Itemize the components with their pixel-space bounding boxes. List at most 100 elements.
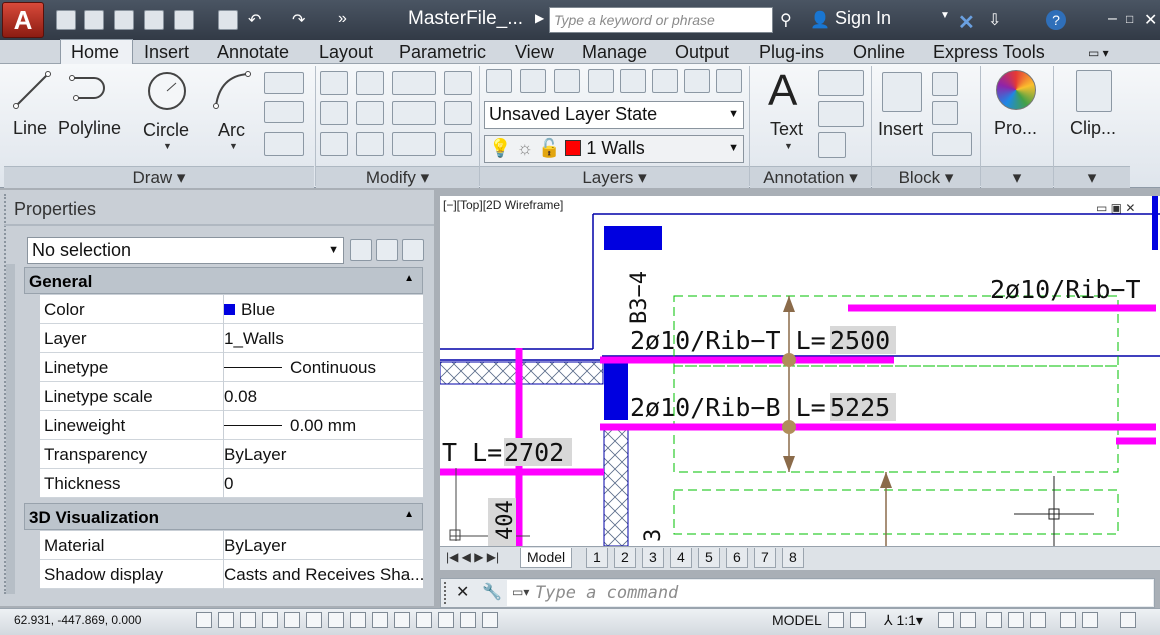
annotation-scale-button[interactable]: ⅄ 1:1▾ bbox=[884, 612, 923, 629]
layer-tool-icon[interactable] bbox=[520, 69, 546, 93]
grid-icon[interactable] bbox=[218, 612, 234, 628]
undo-icon[interactable]: ↶ bbox=[248, 10, 261, 30]
layer-dropdown[interactable]: 💡 ☼ 🔓 1 Walls ▼ bbox=[484, 135, 744, 163]
layer-tool-icon[interactable] bbox=[554, 69, 580, 93]
tab-home[interactable]: Home bbox=[71, 42, 119, 63]
selection-cycling-icon[interactable] bbox=[438, 612, 454, 628]
save-as-icon[interactable] bbox=[144, 10, 164, 30]
erase-icon[interactable] bbox=[444, 71, 472, 95]
snap-icon[interactable] bbox=[196, 612, 212, 628]
offset-icon[interactable] bbox=[444, 132, 472, 156]
trim-icon[interactable] bbox=[392, 71, 436, 95]
visualization-section-header[interactable]: 3D Visualization ▲ bbox=[24, 503, 423, 530]
layout-tab[interactable]: 6 bbox=[726, 548, 748, 568]
clean-screen-icon[interactable] bbox=[1120, 612, 1136, 628]
save-icon[interactable] bbox=[114, 10, 134, 30]
property-row[interactable]: Transparency ByLayer bbox=[40, 440, 423, 469]
quick-select-icon[interactable] bbox=[402, 239, 424, 261]
drawing-viewport[interactable]: 2ø10/Rib−T L= 2500 2ø10/Rib−B L= 5225 2ø… bbox=[440, 196, 1160, 546]
tab-manage[interactable]: Manage bbox=[582, 42, 647, 63]
selection-dropdown[interactable]: No selection ▼ bbox=[27, 237, 344, 264]
palette-scrollbar[interactable] bbox=[6, 264, 15, 594]
layer-tool-icon[interactable] bbox=[588, 69, 614, 93]
clipboard-icon[interactable] bbox=[1076, 70, 1112, 112]
new-file-icon[interactable] bbox=[56, 10, 76, 30]
chevron-down-icon[interactable]: ▼ bbox=[163, 141, 172, 151]
layout-tab[interactable]: 2 bbox=[614, 548, 636, 568]
property-row[interactable]: Linetype Continuous bbox=[40, 353, 423, 382]
toggle-pickadd-icon[interactable] bbox=[350, 239, 372, 261]
tab-online[interactable]: Online bbox=[853, 42, 905, 63]
qat-overflow-icon[interactable]: » bbox=[338, 10, 347, 28]
chevron-down-icon[interactable]: ▼ bbox=[940, 10, 950, 21]
properties-panel-label[interactable]: Pro... bbox=[994, 118, 1037, 139]
block-attribute-icon[interactable] bbox=[932, 132, 972, 156]
close-icon[interactable]: ✕ bbox=[456, 582, 469, 602]
property-value[interactable]: ByLayer bbox=[224, 445, 286, 465]
layer-tool-icon[interactable] bbox=[652, 69, 678, 93]
select-objects-icon[interactable] bbox=[376, 239, 398, 261]
explode-icon[interactable] bbox=[444, 101, 472, 125]
block-panel-title[interactable]: Block ▾ bbox=[872, 166, 980, 188]
layout-tab[interactable]: 3 bbox=[642, 548, 664, 568]
open-file-icon[interactable] bbox=[84, 10, 104, 30]
properties-palette-icon[interactable] bbox=[996, 70, 1036, 110]
annotation-panel-title[interactable]: Annotation ▾ bbox=[750, 166, 871, 188]
rotate-icon[interactable] bbox=[356, 71, 384, 95]
command-input[interactable]: Type a command bbox=[507, 580, 1153, 606]
drawing-canvas[interactable]: 2ø10/Rib−T L= 2500 2ø10/Rib−B L= 5225 2ø… bbox=[440, 196, 1160, 546]
layout-tab[interactable]: 4 bbox=[670, 548, 692, 568]
auto-scale-icon[interactable] bbox=[960, 612, 976, 628]
array-icon[interactable] bbox=[392, 132, 436, 156]
tab-annotate[interactable]: Annotate bbox=[217, 42, 289, 63]
property-value[interactable]: 0 bbox=[224, 474, 233, 494]
workspace-gear-icon[interactable] bbox=[986, 612, 1002, 628]
rectangle-tool-icon[interactable] bbox=[264, 72, 304, 94]
ribbon-minimize-icon[interactable]: ▭ ▾ bbox=[1088, 46, 1109, 60]
hardware-acceleration-icon[interactable] bbox=[1030, 612, 1046, 628]
stretch-icon[interactable] bbox=[320, 132, 348, 156]
restore-icon[interactable]: □ bbox=[1126, 12, 1133, 26]
dimension-icon[interactable] bbox=[818, 70, 864, 96]
polar-icon[interactable] bbox=[262, 612, 278, 628]
tab-view[interactable]: View bbox=[515, 42, 554, 63]
line-tool-label[interactable]: Line bbox=[13, 118, 47, 139]
tab-layout[interactable]: Layout bbox=[319, 42, 373, 63]
ortho-icon[interactable] bbox=[240, 612, 256, 628]
insert-block-icon[interactable] bbox=[882, 72, 922, 112]
property-row[interactable]: Color Blue bbox=[40, 295, 423, 324]
expand-search-icon[interactable]: ▶ bbox=[535, 11, 544, 25]
grip-point[interactable] bbox=[782, 420, 796, 434]
layers-panel-title[interactable]: Layers ▾ bbox=[480, 166, 749, 188]
line-tool-icon[interactable] bbox=[12, 70, 52, 110]
quick-view-drawings-icon[interactable] bbox=[850, 612, 866, 628]
tab-parametric[interactable]: Parametric bbox=[399, 42, 486, 63]
create-block-icon[interactable] bbox=[932, 72, 958, 96]
application-menu-button[interactable]: A bbox=[2, 2, 44, 38]
close-icon[interactable]: ✕ bbox=[1144, 10, 1157, 30]
property-value[interactable]: Blue bbox=[224, 300, 275, 320]
tab-express-tools[interactable]: Express Tools bbox=[933, 42, 1045, 63]
transparency-icon[interactable] bbox=[394, 612, 410, 628]
table-icon[interactable] bbox=[818, 132, 846, 158]
edit-block-icon[interactable] bbox=[932, 101, 958, 125]
clipboard-panel-label[interactable]: Clip... bbox=[1070, 118, 1116, 139]
fillet-icon[interactable] bbox=[392, 101, 436, 125]
modify-panel-title[interactable]: Modify ▾ bbox=[316, 166, 479, 188]
tab-insert[interactable]: Insert bbox=[144, 42, 189, 63]
text-tool-icon[interactable]: A bbox=[768, 66, 797, 116]
isolate-objects-icon[interactable] bbox=[1060, 612, 1076, 628]
property-row[interactable]: Material ByLayer bbox=[40, 531, 423, 560]
circle-tool-icon[interactable] bbox=[146, 70, 188, 112]
arc-tool-icon[interactable] bbox=[212, 70, 252, 110]
insert-block-label[interactable]: Insert bbox=[878, 119, 923, 140]
property-value[interactable]: Continuous bbox=[224, 358, 376, 378]
layer-properties-icon[interactable] bbox=[486, 69, 512, 93]
property-row[interactable]: Thickness 0 bbox=[40, 469, 423, 498]
property-row[interactable]: Linetype scale 0.08 bbox=[40, 382, 423, 411]
sign-in-button[interactable]: Sign In bbox=[835, 8, 891, 29]
annotation-visibility-icon[interactable] bbox=[938, 612, 954, 628]
circle-tool-label[interactable]: Circle bbox=[143, 120, 189, 141]
property-row[interactable]: Shadow display Casts and Receives Sha... bbox=[40, 560, 424, 589]
dyn-icon[interactable] bbox=[350, 612, 366, 628]
